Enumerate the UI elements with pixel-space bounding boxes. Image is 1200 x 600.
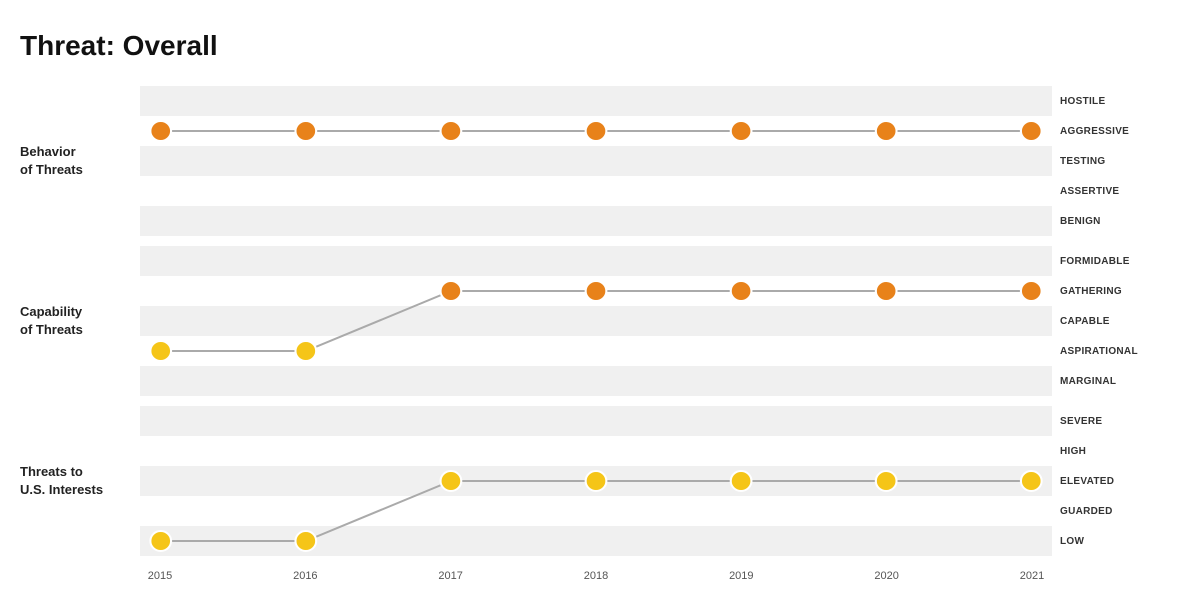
scale-labels-threats-us: SEVEREHIGHELEVATEDGUARDEDLOW bbox=[1060, 406, 1180, 556]
x-label-2019: 2019 bbox=[721, 570, 761, 582]
page-title: Threat: Overall bbox=[20, 30, 1180, 62]
band-behavior-2 bbox=[140, 146, 1052, 176]
band-capability-2 bbox=[140, 306, 1052, 336]
x-label-2021: 2021 bbox=[1012, 570, 1052, 582]
band-behavior-0 bbox=[140, 86, 1052, 116]
scale-label-capability-2: CAPABLE bbox=[1060, 306, 1180, 336]
chart-row-threats-us: Threats toU.S. Interests SEVEREHIGHELEVAT… bbox=[20, 406, 1180, 556]
scale-label-threats-us-0: SEVERE bbox=[1060, 406, 1180, 436]
chart-area-threats-us bbox=[140, 406, 1052, 556]
band-capability-3 bbox=[140, 336, 1052, 366]
x-label-2017: 2017 bbox=[431, 570, 471, 582]
band-behavior-3 bbox=[140, 176, 1052, 206]
scale-label-threats-us-2: ELEVATED bbox=[1060, 466, 1180, 496]
chart-area-behavior bbox=[140, 86, 1052, 236]
band-threats-us-4 bbox=[140, 526, 1052, 556]
band-capability-0 bbox=[140, 246, 1052, 276]
band-threats-us-0 bbox=[140, 406, 1052, 436]
row-label-capability: Capabilityof Threats bbox=[20, 303, 140, 339]
band-capability-1 bbox=[140, 276, 1052, 306]
x-label-2020: 2020 bbox=[867, 570, 907, 582]
x-label-2016: 2016 bbox=[285, 570, 325, 582]
x-axis: 2015 2016 2017 2018 2019 2020 2021 bbox=[140, 570, 1052, 582]
scale-label-capability-4: MARGINAL bbox=[1060, 366, 1180, 396]
band-behavior-1 bbox=[140, 116, 1052, 146]
scale-label-capability-3: ASPIRATIONAL bbox=[1060, 336, 1180, 366]
x-label-2015: 2015 bbox=[140, 570, 180, 582]
scale-label-behavior-4: BENIGN bbox=[1060, 206, 1180, 236]
chart-row-behavior: Behaviorof Threats HOSTILEAGGRESSIVETESTI… bbox=[20, 86, 1180, 236]
band-capability-4 bbox=[140, 366, 1052, 396]
scale-label-threats-us-4: LOW bbox=[1060, 526, 1180, 556]
band-threats-us-2 bbox=[140, 466, 1052, 496]
x-axis-row: 2015 2016 2017 2018 2019 2020 2021 bbox=[20, 570, 1180, 582]
scale-label-capability-1: GATHERING bbox=[1060, 276, 1180, 306]
scale-label-behavior-1: AGGRESSIVE bbox=[1060, 116, 1180, 146]
charts-container: Behaviorof Threats HOSTILEAGGRESSIVETESTI… bbox=[20, 86, 1180, 582]
scale-label-threats-us-1: HIGH bbox=[1060, 436, 1180, 466]
scale-labels-capability: FORMIDABLEGATHERINGCAPABLEASPIRATIONALMA… bbox=[1060, 246, 1180, 396]
band-threats-us-1 bbox=[140, 436, 1052, 466]
band-behavior-4 bbox=[140, 206, 1052, 236]
chart-area-capability bbox=[140, 246, 1052, 396]
chart-row-capability: Capabilityof Threats FORMIDABLEGATHERINGC… bbox=[20, 246, 1180, 396]
row-label-threats-us: Threats toU.S. Interests bbox=[20, 463, 140, 499]
scale-labels-behavior: HOSTILEAGGRESSIVETESTINGASSERTIVEBENIGN bbox=[1060, 86, 1180, 236]
scale-label-behavior-2: TESTING bbox=[1060, 146, 1180, 176]
row-label-behavior: Behaviorof Threats bbox=[20, 143, 140, 179]
band-threats-us-3 bbox=[140, 496, 1052, 526]
scale-label-behavior-3: ASSERTIVE bbox=[1060, 176, 1180, 206]
scale-label-threats-us-3: GUARDED bbox=[1060, 496, 1180, 526]
x-label-2018: 2018 bbox=[576, 570, 616, 582]
scale-label-capability-0: FORMIDABLE bbox=[1060, 246, 1180, 276]
scale-label-behavior-0: HOSTILE bbox=[1060, 86, 1180, 116]
